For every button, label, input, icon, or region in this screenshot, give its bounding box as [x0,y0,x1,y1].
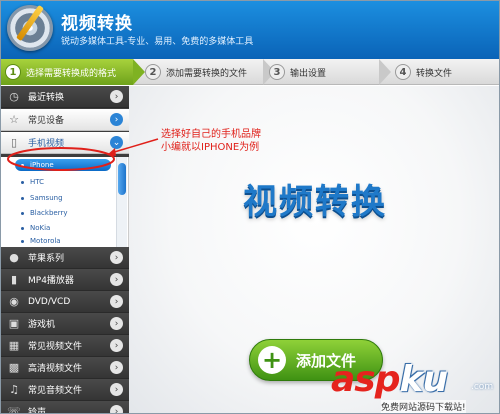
brand-list-scrollbar[interactable] [116,157,127,247]
chevron-right-icon: › [110,273,123,286]
chevron-right-icon: › [110,295,123,308]
bullet-icon [21,239,24,243]
mp4-player-icon: ▮ [10,273,18,286]
bullet-icon [21,226,24,230]
gamepad-icon: ▣ [8,317,20,330]
sidebar-item-label: MP4播放器 [28,276,74,286]
sidebar-item-label: 常见设备 [28,116,65,126]
sidebar-item-recent[interactable]: ◷ 最近转换 › [1,86,129,108]
app-header: 视频转换 锐动多媒体工具-专业、易用、免费的多媒体工具 [1,1,499,59]
app-title: 视频转换 [61,14,133,34]
sidebar-item-common-audio[interactable]: ♫ 常见音频文件 › [1,379,129,401]
sidebar-item-common-devices[interactable]: ☆ 常见设备 › [1,109,129,131]
sidebar-item-mobile-video[interactable]: ▯ 手机视频 ⌄ [1,132,129,154]
bullet-icon [21,163,24,167]
brand-label: HTC [30,178,45,186]
sidebar-item-game-console[interactable]: ▣ 游戏机 › [1,313,129,335]
step-4-label: 转换文件 [416,68,453,79]
chevron-right-icon: › [110,251,123,264]
app-window: 视频转换 锐动多媒体工具-专业、易用、免费的多媒体工具 1 选择需要转换成的格式… [0,0,500,414]
watermark-brand-a: asp [331,359,400,400]
step-1-number: 1 [5,64,21,80]
sidebar-item-label: 常见视频文件 [28,342,83,352]
step-4[interactable]: 4 转换文件 [395,59,495,85]
music-note-icon: ♫ [9,383,19,396]
step-2-number: 2 [145,64,161,80]
step-3-number: 3 [269,64,285,80]
chevron-right-icon: › [110,113,123,126]
main-title: 视频转换 [243,182,387,222]
brand-label: NoKia [30,224,51,232]
brand-label: Samsung [30,194,63,202]
hd-icon: ▩ [8,361,20,374]
chevron-right-icon: › [110,317,123,330]
sidebar-item-ringtone[interactable]: ☏ 铃声 › [1,401,129,414]
chevron-right-icon: › [110,90,123,103]
step-3[interactable]: 3 输出设置 [269,59,379,85]
watermark-brand-b: ku [399,359,449,400]
apple-icon: ● [9,251,19,264]
brand-label: Motorola [30,237,61,245]
app-subtitle: 锐动多媒体工具-专业、易用、免费的多媒体工具 [61,37,254,47]
step-3-label: 输出设置 [290,68,327,79]
watermark-domain: .com [471,382,494,392]
step-4-number: 4 [395,64,411,80]
disc-icon: ◉ [9,295,19,308]
step-divider [133,59,145,85]
sidebar-item-common-video[interactable]: ▦ 常见视频文件 › [1,335,129,357]
watermark-logo: aspku [331,359,449,400]
brand-item-htc[interactable]: HTC [1,174,113,190]
brand-item-iphone[interactable]: iPhone [15,159,111,171]
chevron-right-icon: › [110,405,123,413]
brand-item-blackberry[interactable]: Blackberry [1,205,113,221]
chevron-down-icon: ⌄ [110,136,123,149]
annotation-line-1: 选择好自己的手机品牌 [161,129,261,140]
brand-item-samsung[interactable]: Samsung [1,190,113,206]
bullet-icon [21,180,24,184]
sidebar-item-label: 手机视频 [28,139,65,149]
watermark-caption: 免费网站源码下载站! [381,400,466,413]
chevron-right-icon: › [110,339,123,352]
step-bar: 1 选择需要转换成的格式 2 添加需要转换的文件 3 输出设置 4 转换文件 [1,59,499,85]
bullet-icon [21,196,24,200]
category-sidebar: ◷ 最近转换 › ☆ 常见设备 › ▯ 手机视频 ⌄ ● 苹果系列 › ▮ MP… [1,86,129,414]
annotation-note: 选择好自己的手机品牌 小编就以IPHONE为例 [161,128,261,154]
step-1-label: 选择需要转换成的格式 [26,68,117,79]
scrollbar-thumb[interactable] [118,163,126,195]
phone-brand-list: iPhone HTC Samsung Blackberry NoKia Moto… [1,157,129,247]
sidebar-item-label: 高清视频文件 [28,364,83,374]
sidebar-item-mp4-player[interactable]: ▮ MP4播放器 › [1,269,129,291]
chevron-right-icon: › [110,361,123,374]
sidebar-item-label: DVD/VCD [28,296,71,307]
clock-icon: ◷ [9,90,19,103]
plus-icon: + [258,346,286,374]
film-icon: ▦ [8,339,20,352]
bullet-icon [21,211,24,215]
brand-label: iPhone [30,161,54,169]
sidebar-item-apple[interactable]: ● 苹果系列 › [1,247,129,269]
annotation-line-2: 小编就以IPHONE为例 [161,142,260,153]
sidebar-item-label: 苹果系列 [28,254,65,264]
sidebar-item-dvd-vcd[interactable]: ◉ DVD/VCD › [1,291,129,313]
sidebar-item-label: 游戏机 [28,320,56,330]
sidebar-item-hd-video[interactable]: ▩ 高清视频文件 › [1,357,129,379]
step-divider [379,59,391,85]
sidebar-item-label: 铃声 [28,408,47,414]
brand-item-motorola[interactable]: Motorola [1,233,113,249]
step-1[interactable]: 1 选择需要转换成的格式 [1,59,133,85]
ringtone-icon: ☏ [7,405,21,414]
chevron-right-icon: › [110,383,123,396]
star-icon: ☆ [9,113,19,126]
sidebar-item-label: 常见音频文件 [28,386,83,396]
step-2-label: 添加需要转换的文件 [166,68,248,79]
sidebar-item-label: 最近转换 [28,93,65,103]
phone-brand-items: iPhone HTC Samsung Blackberry NoKia Moto… [1,157,116,247]
brand-label: Blackberry [30,209,68,217]
step-2[interactable]: 2 添加需要转换的文件 [145,59,265,85]
phone-icon: ▯ [10,136,18,149]
